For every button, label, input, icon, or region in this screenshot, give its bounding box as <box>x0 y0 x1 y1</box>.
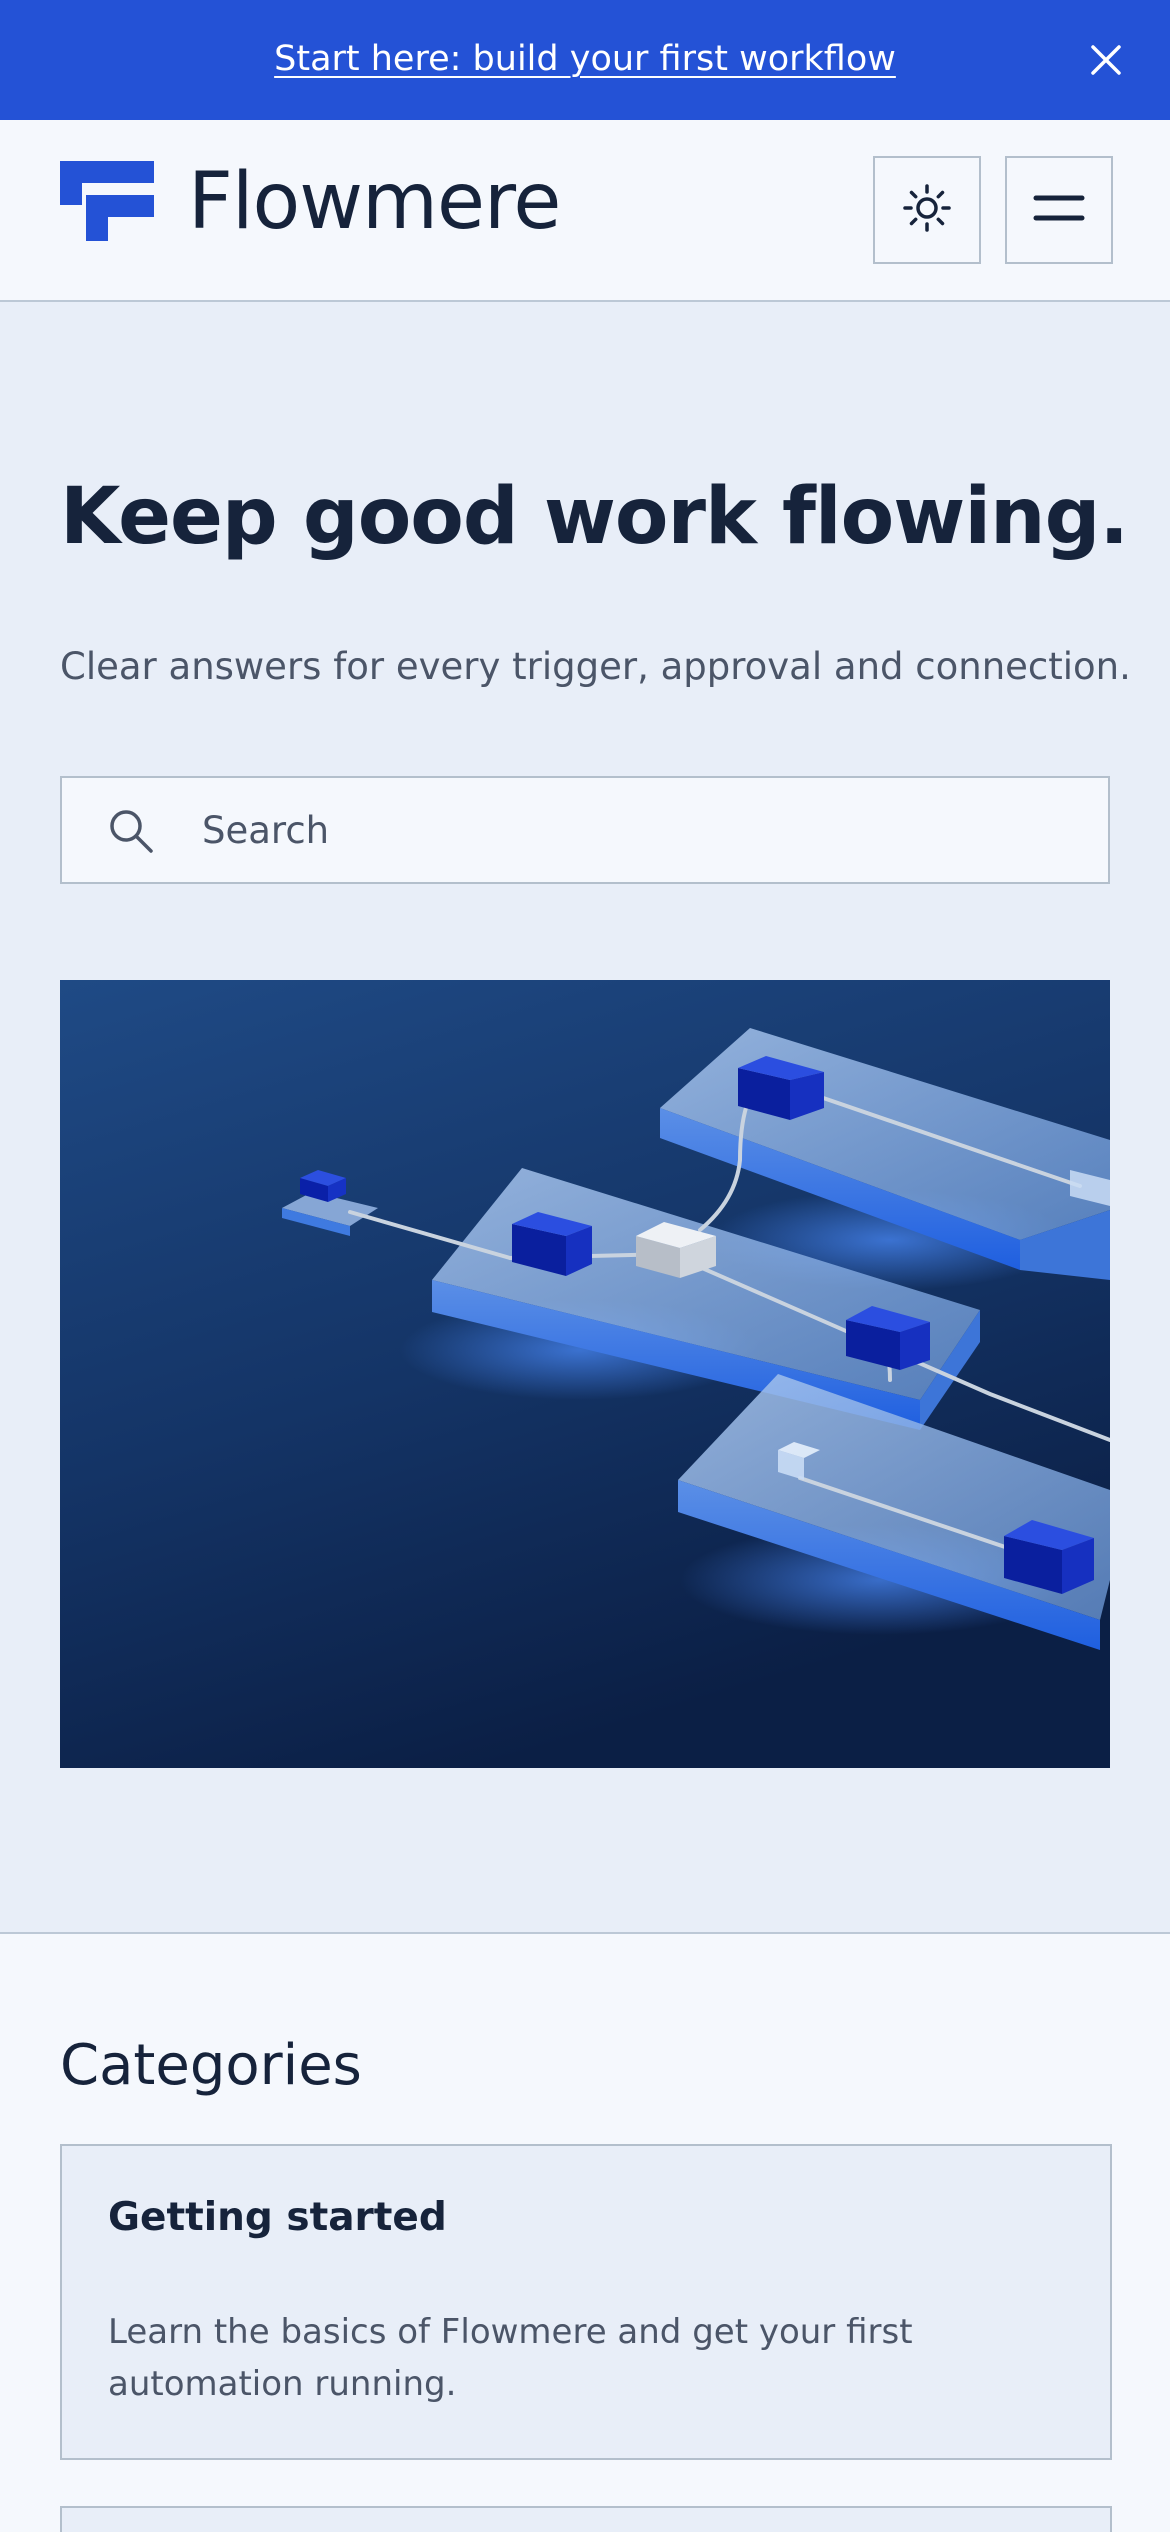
sun-icon <box>901 182 953 238</box>
hero-section: Keep good work flowing. Clear answers fo… <box>0 302 1170 1934</box>
flowmere-logo-icon[interactable] <box>60 161 154 241</box>
search-box[interactable] <box>60 776 1110 884</box>
brand-name[interactable]: Flowmere <box>188 154 561 250</box>
category-card-getting-started[interactable]: Getting started Learn the basics of Flow… <box>60 2144 1112 2460</box>
categories-section: Categories Getting started Learn the bas… <box>0 1936 1170 2532</box>
category-card-title: Getting started <box>108 2195 447 2240</box>
category-card-next[interactable] <box>60 2506 1112 2532</box>
page-title: Keep good work flowing. <box>60 472 1129 562</box>
announcement-banner: Start here: build your first workflow <box>0 0 1170 120</box>
categories-heading: Categories <box>60 2033 362 2098</box>
workflow-blocks-illustration <box>60 980 1112 1768</box>
menu-button[interactable] <box>1005 156 1113 264</box>
banner-link[interactable]: Start here: build your first workflow <box>0 34 1170 84</box>
site-header: Flowmere <box>0 120 1170 302</box>
search-input[interactable] <box>202 778 1082 882</box>
hamburger-menu-icon <box>1033 191 1085 229</box>
theme-toggle-button[interactable] <box>873 156 981 264</box>
search-icon <box>106 806 156 856</box>
close-icon[interactable] <box>1084 38 1128 82</box>
category-card-description: Learn the basics of Flowmere and get you… <box>108 2312 913 2404</box>
page-subtitle: Clear answers for every trigger, approva… <box>60 645 1131 688</box>
